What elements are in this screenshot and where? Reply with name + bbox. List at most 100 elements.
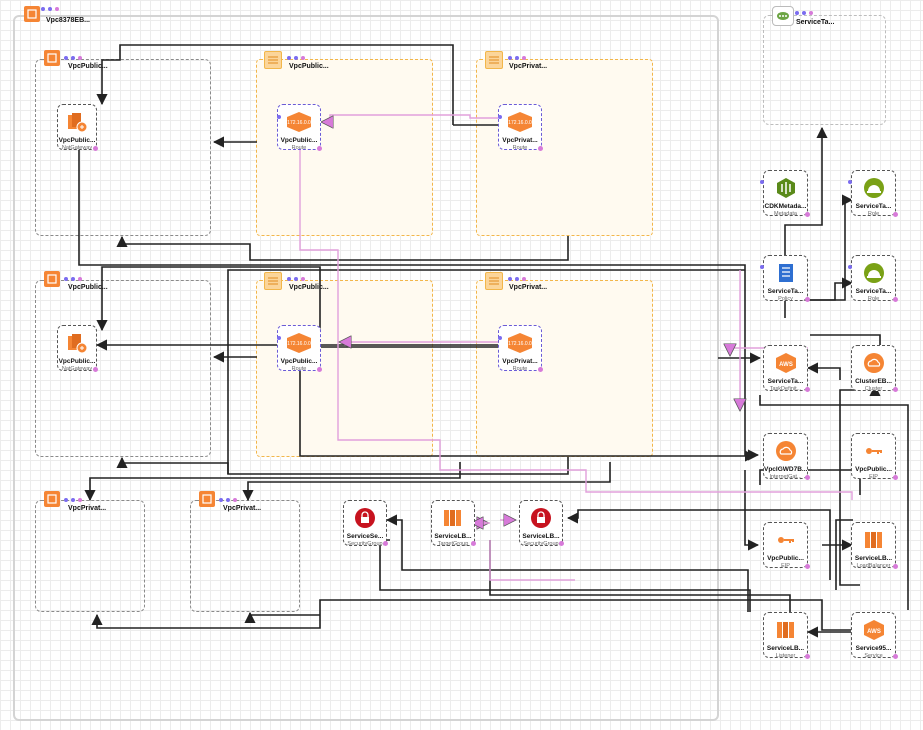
node-type: LoadBalancer	[856, 563, 891, 569]
node-type: NatGateway	[61, 366, 93, 372]
edge	[379, 539, 751, 612]
route-badge: 172.16.0.0	[508, 341, 532, 347]
node-name: ServiceSe...	[346, 533, 384, 540]
node-type: EIP	[781, 563, 790, 569]
edge	[84, 462, 461, 502]
edge	[227, 269, 745, 474]
node-name: VpcPublic...	[58, 137, 96, 144]
svg-text:AWS: AWS	[779, 362, 793, 368]
role-2-node[interactable]: ServiceTa... Role	[851, 255, 896, 302]
cloud-icon	[775, 440, 797, 467]
edge	[322, 114, 498, 122]
edge	[91, 599, 860, 631]
route-icon: 172.16.0.0	[285, 332, 313, 359]
node-type: Route	[512, 145, 528, 151]
role-1-node[interactable]: ServiceTa... Role	[851, 170, 896, 217]
cluster-node[interactable]: ClusterEB... Cluster	[851, 345, 896, 392]
node-name: ServiceTa...	[767, 378, 804, 385]
node-type: TargetGroup	[437, 541, 469, 547]
load-balancer-node[interactable]: ServiceLB... LoadBalancer	[851, 522, 896, 569]
key-icon	[775, 529, 797, 556]
node-type: TaskDefinit...	[769, 386, 802, 392]
edge	[242, 462, 611, 502]
route-public-1-node[interactable]: 172.16.0.0 VpcPublic... Route	[277, 104, 321, 151]
route-icon: 172.16.0.0	[506, 332, 534, 359]
node-type: Role	[867, 211, 880, 217]
aws-icon: AWS	[773, 352, 799, 379]
edge	[116, 235, 569, 261]
node-name: VpcPublic...	[855, 466, 892, 473]
route-badge: 172.16.0.0	[287, 341, 311, 347]
node-name: ServiceTa...	[855, 203, 892, 210]
route-icon: 172.16.0.0	[506, 111, 534, 138]
hardhat-icon	[863, 177, 885, 204]
node-type: InternetGat...	[769, 474, 802, 480]
svg-text:AWS: AWS	[867, 629, 881, 635]
node-type: Route	[291, 145, 307, 151]
node-type: NatGateway	[61, 145, 93, 151]
nat-gateway-1-node[interactable]: VpcPublic... NatGateway	[57, 104, 97, 151]
edge	[116, 456, 569, 475]
listener-node[interactable]: ServiceLB... Listener	[763, 612, 808, 659]
security-group-1-node[interactable]: ServiceSe... SecurityGroup	[343, 500, 387, 547]
nat-gateway-2-node[interactable]: VpcPublic... NatGateway	[57, 325, 97, 372]
node-name: Service95...	[855, 645, 892, 652]
edge	[759, 395, 909, 610]
security-group-2-node[interactable]: ServiceLB... SecurityGroup	[519, 500, 563, 547]
node-type: Cluster	[864, 386, 883, 392]
node-name: ServiceLB...	[854, 555, 893, 562]
node-name: ServiceLB...	[522, 533, 560, 540]
aws-icon: AWS	[861, 619, 887, 646]
node-type: Service	[864, 653, 883, 659]
node-type: EIP	[869, 474, 878, 480]
node-name: VpcPublic...	[767, 555, 804, 562]
route-icon: 172.16.0.0	[285, 111, 313, 138]
load-balancer-icon	[442, 507, 464, 534]
node-type: Route	[291, 366, 307, 372]
diagram-canvas: Vpc8378EB... ServiceTa... VpcPublic... V…	[0, 0, 923, 730]
route-private-2-node[interactable]: 172.16.0.0 VpcPrivat... Route	[498, 325, 542, 372]
node-name: ServiceLB...	[434, 533, 472, 540]
service-node[interactable]: AWS Service95... Service	[851, 612, 896, 659]
edge	[299, 370, 757, 462]
internet-gateway-node[interactable]: VpcIGWD7B... InternetGat...	[763, 433, 808, 480]
node-name: VpcIGWD7B...	[764, 466, 808, 473]
cdk-metadata-node[interactable]: CDKMetada... Metadata	[763, 170, 808, 217]
hardhat-icon	[863, 262, 885, 289]
node-name: VpcPublic...	[58, 358, 96, 365]
node-name: VpcPrivat...	[502, 137, 538, 144]
nat-gateway-icon	[66, 332, 88, 359]
cloud-icon	[863, 352, 885, 379]
node-type: Role	[867, 296, 880, 302]
node-type: SecurityGroup	[523, 541, 559, 547]
node-type: Metadata	[774, 211, 797, 217]
lock-icon	[354, 507, 376, 534]
key-icon	[863, 440, 885, 467]
target-group-node[interactable]: ServiceLB... TargetGroup	[431, 500, 475, 547]
node-name: VpcPrivat...	[502, 358, 538, 365]
edge	[744, 470, 760, 551]
load-balancer-icon	[775, 619, 797, 646]
edge	[806, 362, 841, 380]
nat-gateway-icon	[66, 111, 88, 138]
node-name: ServiceTa...	[855, 288, 892, 295]
node-type: Listener	[775, 653, 796, 659]
node-type: SecurityGroup	[347, 541, 383, 547]
eip-2-node[interactable]: VpcPublic... EIP	[763, 522, 808, 569]
node-name: ServiceLB...	[766, 645, 805, 652]
eip-1-node[interactable]: VpcPublic... EIP	[851, 433, 896, 480]
node-type: Route	[512, 366, 528, 372]
node-name: CDKMetada...	[764, 203, 807, 210]
route-private-1-node[interactable]: 172.16.0.0 VpcPrivat... Route	[498, 104, 542, 151]
route-public-2-node[interactable]: 172.16.0.0 VpcPublic... Route	[277, 325, 321, 372]
node-name: VpcPublic...	[280, 137, 318, 144]
edge	[244, 611, 320, 624]
lock-icon	[530, 507, 552, 534]
edge	[78, 150, 760, 461]
node-type: Policy	[778, 296, 793, 302]
route-badge: 172.16.0.0	[508, 120, 532, 126]
policy-node[interactable]: ServiceTa... Policy	[763, 255, 808, 302]
policy-document-icon	[775, 262, 797, 289]
task-definition-node[interactable]: AWS ServiceTa... TaskDefinit...	[763, 345, 808, 392]
load-balancer-icon	[863, 529, 885, 556]
